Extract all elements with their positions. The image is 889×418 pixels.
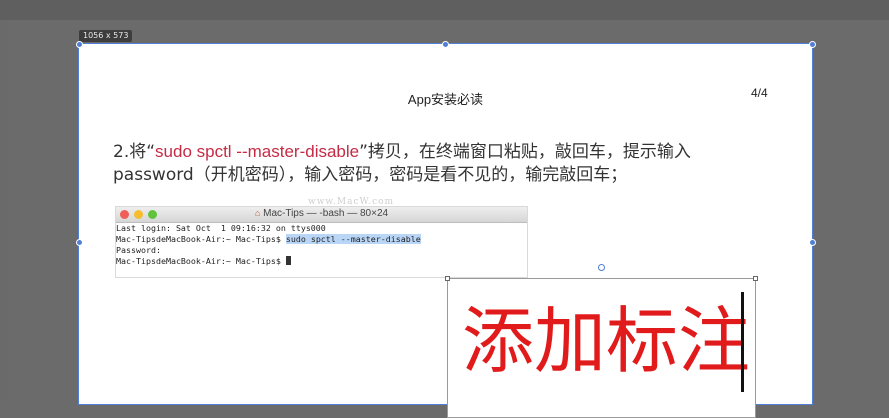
watermark: www.MacW.com [308,197,395,207]
left-panel-strip [0,20,8,400]
annotation-handle-tr[interactable] [753,276,758,281]
annotation-handle-tl[interactable] [445,276,450,281]
terminal-password-line: Password: [116,245,161,255]
page-number: 4/4 [751,86,768,100]
rotate-handle[interactable] [598,264,605,271]
terminal-command: sudo spctl --master-disable [285,234,421,244]
resize-handle-mr[interactable] [809,239,816,246]
resize-handle-ml[interactable] [76,239,83,246]
page-title: App安装必读 [407,92,484,107]
terminal-titlebar: ⌂ Mac-Tips — -bash — 80×24 [116,207,527,223]
terminal-login-line: Last login: Sat Oct 1 09:16:32 on ttys00… [116,223,326,233]
text-caret [741,292,744,392]
terminal-prompt-2: Mac-TipsdeMacBook-Air:~ Mac-Tips$ [116,256,286,266]
terminal-cursor [285,256,291,265]
terminal-command-line: Mac-TipsdeMacBook-Air:~ Mac-Tips$ sudo s… [116,234,527,245]
terminal-screenshot: ⌂ Mac-Tips — -bash — 80×24 Last login: S… [115,206,528,278]
size-indicator: 1056 x 573 [79,30,133,42]
instruction-prefix: 2.将“ [113,142,156,162]
terminal-body: Last login: Sat Oct 1 09:16:32 on ttys00… [116,223,527,267]
top-toolbar-strip [0,0,889,20]
instruction-suffix: ”拷贝，在终端窗口粘贴，敲回车，提示输入 [359,142,691,162]
resize-handle-tc[interactable] [442,41,449,48]
resize-handle-tr[interactable] [809,41,816,48]
terminal-title-wrap: ⌂ Mac-Tips — -bash — 80×24 [116,208,527,219]
terminal-title: Mac-Tips — -bash — 80×24 [263,208,389,219]
instruction-command: sudo spctl --master-disable [155,142,360,161]
instruction-text: 2.将“sudo spctl --master-disable”拷贝，在终端窗口… [113,140,753,187]
terminal-prompt: Mac-TipsdeMacBook-Air:~ Mac-Tips$ [116,234,286,244]
terminal-prompt-line: Mac-TipsdeMacBook-Air:~ Mac-Tips$ [116,256,527,267]
instruction-line-2: password（开机密码），输入密码，密码是看不见的，输完敲回车； [113,165,628,185]
resize-handle-tl[interactable] [76,41,83,48]
house-icon: ⌂ [254,208,261,218]
annotation-text[interactable]: 添加标注 [462,296,750,386]
